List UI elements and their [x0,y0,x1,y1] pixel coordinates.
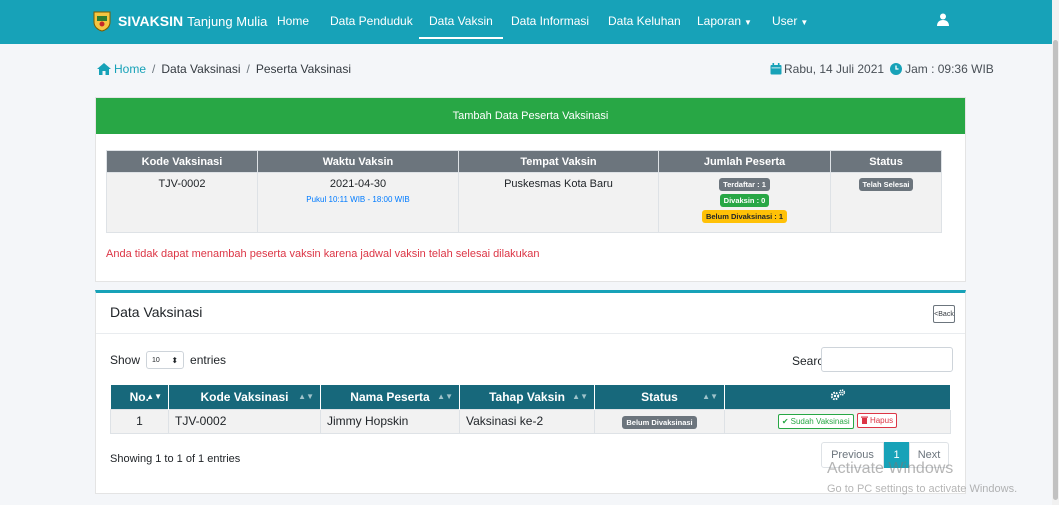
col-status: Status [830,150,942,173]
show-label: Show [110,353,141,367]
delete-button[interactable]: Hapus [856,412,898,428]
status-badge: Belum Divaksinasi [622,415,697,429]
brand-name: SIVAKSIN [118,13,184,29]
col-nama-peserta[interactable]: Nama Peserta ▲▼ [320,385,460,409]
scrollbar-thumb[interactable] [1053,40,1058,500]
nav-laporan-label: Laporan [697,14,742,28]
warning-message: Anda tidak dapat menambah peserta vaksin… [106,248,540,260]
breadcrumb-separator: / [152,62,156,76]
col-nama-label: Nama Peserta [350,389,430,404]
entries-length: Show 10 ⬍ entries [110,351,226,369]
caret-down-icon: ▼ [800,18,809,27]
cell-status: Telah Selesai [830,172,942,233]
nav-data-penduduk[interactable]: Data Penduduk [330,14,413,28]
cell-kode: TJV-0002 [106,172,258,233]
mark-vaccinated-label: Sudah Vaksinasi [790,417,850,427]
nav-data-vaksin[interactable]: Data Vaksin [419,14,503,39]
breadcrumb-separator: / [246,62,250,76]
col-jumlah-peserta: Jumlah Peserta [658,150,831,173]
col-no[interactable]: No. ▲▼ [110,385,169,409]
vaksin-date: 2021-04-30 [329,178,387,190]
table-row: TJV-0002 2021-04-30 Pukul 10:11 WIB - 18… [106,172,942,233]
nav-home[interactable]: Home [277,14,309,28]
caret-down-icon: ▼ [744,18,752,27]
windows-activation-hint: Go to PC settings to activate Windows. [827,483,1018,495]
table-info: Showing 1 to 1 of 1 entries [110,453,241,465]
breadcrumb-home-label: Home [114,62,147,76]
cell-tempat: Puskesmas Kota Baru [458,172,659,233]
cell-waktu: 2021-04-30 Pukul 10:11 WIB - 18:00 WIB [257,172,459,233]
cell-status: Belum Divaksinasi [594,408,725,434]
nav-user-dropdown[interactable]: User ▼ [772,14,808,28]
entries-value: 10 [152,356,160,364]
trash-icon [860,416,868,425]
card-title: Data Vaksinasi [110,304,203,320]
entries-label: entries [190,353,227,367]
col-tempat-vaksin: Tempat Vaksin [458,150,659,173]
breadcrumb-home[interactable]: Home [97,62,146,76]
regional-emblem-icon [93,11,111,32]
sort-icon: ▲▼ [146,392,162,401]
current-date: Rabu, 14 Juli 2021 [784,62,885,76]
col-status-label: Status [641,389,678,404]
nav-data-keluhan[interactable]: Data Keluhan [608,14,681,28]
col-status[interactable]: Status ▲▼ [594,385,725,409]
add-participant-title: Tambah Data Peserta Vaksinasi [96,98,965,134]
cell-no: 1 [110,408,169,434]
cell-jumlah: Terdaftar : 1 Divaksin : 0 Belum Divaksi… [658,172,831,233]
breadcrumb-current: Peserta Vaksinasi [255,62,352,76]
mark-vaccinated-button[interactable]: ✔ Sudah Vaksinasi [777,414,854,430]
col-kode-vaksinasi[interactable]: Kode Vaksinasi ▲▼ [168,385,321,409]
datetime: Rabu, 14 Juli 2021 Jam : 09:36 WIB [770,62,994,76]
nav-laporan-dropdown[interactable]: Laporan ▼ [697,14,752,28]
entries-select[interactable]: 10 ⬍ [146,351,185,369]
nav-user-label: User [772,14,798,28]
back-label: Back [938,310,954,318]
col-tahap-vaksin[interactable]: Tahap Vaksin ▲▼ [459,385,595,409]
breadcrumb-data-vaksinasi[interactable]: Data Vaksinasi [161,62,240,76]
vaccinated-badge: Divaksin : 0 [719,194,770,207]
table-row: 1 TJV-0002 Jimmy Hopskin Vaksinasi ke-2 … [110,408,951,434]
sort-icon: ▲▼ [298,392,314,401]
sort-icon: ▲▼ [702,392,718,401]
delete-label: Hapus [869,415,894,425]
brand-subtitle: Tanjung Mulia [187,13,268,29]
user-icon[interactable] [937,13,949,26]
check-icon: ✔ [781,417,789,427]
divider [96,333,965,334]
home-icon [97,63,111,75]
vaksin-hours: Pukul 10:11 WIB - 18:00 WIB [306,195,410,204]
sort-icon: ▲▼ [572,392,588,401]
breadcrumb: Home / Data Vaksinasi / Peserta Vaksinas… [97,62,351,76]
calendar-icon [770,63,782,75]
col-waktu-vaksin: Waktu Vaksin [257,150,459,173]
schedule-info-table: Kode Vaksinasi Waktu Vaksin Tempat Vaksi… [106,150,942,233]
col-kode-vaksinasi: Kode Vaksinasi [106,150,258,173]
top-navbar: SIVAKSIN Tanjung Mulia Home Data Pendudu… [0,0,1059,44]
cell-nama: Jimmy Hopskin [320,408,460,434]
col-tahap-label: Tahap Vaksin [489,389,565,404]
col-actions [724,385,951,409]
sort-icon: ▲▼ [437,392,453,401]
col-kode-label: Kode Vaksinasi [200,389,289,404]
clock-icon [890,63,903,75]
select-arrows-icon: ⬍ [171,355,179,365]
gears-icon [830,389,845,401]
cell-kode: TJV-0002 [168,408,321,434]
back-button[interactable]: < Back [933,305,955,323]
current-time: Jam : 09:36 WIB [905,62,994,76]
status-badge: Telah Selesai [858,178,914,191]
nav-data-informasi[interactable]: Data Informasi [511,14,589,28]
cell-tahap: Vaksinasi ke-2 [459,408,595,434]
page-scrollbar[interactable] [1052,0,1059,505]
brand[interactable]: SIVAKSIN Tanjung Mulia [92,10,267,32]
not-vaccinated-badge: Belum Divaksinasi : 1 [701,210,788,223]
search-input[interactable] [821,347,953,372]
cell-actions: ✔ Sudah Vaksinasi Hapus [724,408,951,434]
participants-table: No. ▲▼ Kode Vaksinasi ▲▼ Nama Peserta ▲▼ Ta… [110,385,951,434]
windows-activation-watermark: Activate Windows [827,460,954,477]
registered-badge: Terdaftar : 1 [719,178,770,191]
add-participant-card: Tambah Data Peserta Vaksinasi Kode Vaksi… [95,97,966,282]
